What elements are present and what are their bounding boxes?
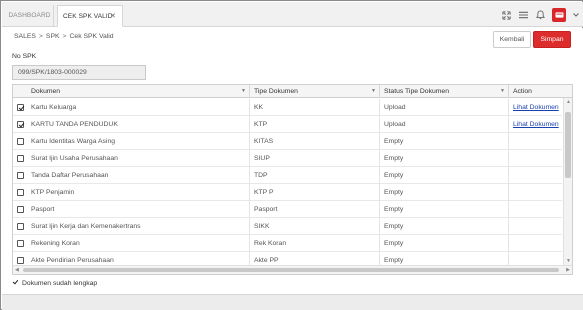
breadcrumb-item-sales[interactable]: SALES	[14, 33, 36, 40]
cell-dokumen: Pasport	[13, 201, 250, 218]
cell-status: Upload	[380, 116, 509, 133]
column-menu-icon[interactable]: ▼	[500, 85, 505, 98]
scrollbar-thumb[interactable]	[23, 268, 559, 272]
scrollbar-thumb[interactable]	[565, 112, 571, 178]
checkmark-icon	[12, 279, 19, 286]
table-row[interactable]: KARTU TANDA PENDUDUK KTP Upload Lihat Dokum…	[13, 116, 562, 133]
tab-cek-spk-valid[interactable]: CEK SPK VALID ✕	[57, 5, 123, 27]
scroll-up-icon[interactable]: ▲	[566, 99, 571, 105]
column-menu-icon[interactable]: ▼	[241, 85, 246, 98]
cell-action	[509, 235, 562, 252]
breadcrumb: SALES > SPK > Cek SPK Valid	[14, 33, 114, 40]
cell-tipe-dokumen: Pasport	[250, 201, 380, 218]
cell-tipe-dokumen: TDP	[250, 167, 380, 184]
cell-action	[509, 133, 562, 150]
app-window: DASHBOARD CEK SPK VALID ✕ SALES > SPK > …	[0, 0, 583, 310]
toolbar-icons	[501, 7, 579, 23]
cell-dokumen: KARTU TANDA PENDUDUK	[13, 116, 250, 133]
scroll-left-icon[interactable]: ◀	[15, 267, 19, 273]
cell-tipe-dokumen: SIKK	[250, 218, 380, 235]
column-header-action: Action	[509, 85, 572, 98]
table-row[interactable]: Pasport Pasport Empty	[13, 201, 562, 218]
breadcrumb-separator: >	[62, 33, 67, 40]
cell-tipe-dokumen: SIUP	[250, 150, 380, 167]
scroll-right-icon[interactable]: ▶	[566, 267, 570, 273]
breadcrumb-item-spk[interactable]: SPK	[46, 33, 60, 40]
grid-header: Dokumen ▼ Tipe Dokumen ▼ Status Tipe Dok…	[13, 85, 572, 98]
table-row[interactable]: Kartu Identitas Warga Asing KITAS Empty	[13, 133, 562, 150]
cell-dokumen: KTP Penjamin	[13, 184, 250, 201]
cell-action	[509, 167, 562, 184]
column-header-label: Action	[513, 88, 532, 95]
cell-tipe-dokumen: KTP P	[250, 184, 380, 201]
column-menu-icon[interactable]: ▼	[371, 85, 376, 98]
cell-status: Upload	[380, 99, 509, 116]
cell-dokumen: Tanda Daftar Perusahaan	[13, 167, 250, 184]
table-row[interactable]: Surat Ijin Kerja dan Kemenakertrans SIKK E…	[13, 218, 562, 235]
column-header-label: Status Tipe Dokumen	[384, 88, 449, 95]
breadcrumb-separator: >	[38, 33, 43, 40]
cell-tipe-dokumen: KITAS	[250, 133, 380, 150]
hamburger-menu-icon[interactable]	[518, 10, 528, 20]
cell-action	[509, 218, 562, 235]
table-row[interactable]: Rekening Koran Rek Koran Empty	[13, 235, 562, 252]
bell-icon[interactable]	[535, 10, 545, 20]
cell-tipe-dokumen: KTP	[250, 116, 380, 133]
column-header-label: Dokumen	[31, 88, 61, 95]
cell-status: Empty	[380, 150, 509, 167]
main-content: SALES > SPK > Cek SPK Valid Kembali Simpan N…	[2, 28, 583, 294]
cell-dokumen: Surat Ijin Kerja dan Kemenakertrans	[13, 218, 250, 235]
cell-status: Empty	[380, 184, 509, 201]
cell-dokumen: Surat Ijin Usaha Perusahaan	[13, 150, 250, 167]
cell-action	[509, 184, 562, 201]
tab-dashboard[interactable]: DASHBOARD	[6, 5, 54, 27]
back-button[interactable]: Kembali	[493, 31, 531, 48]
no-spk-field[interactable]: 099/SPK/1803-000029	[12, 65, 146, 80]
close-icon[interactable]: ✕	[110, 6, 116, 28]
cell-status: Empty	[380, 218, 509, 235]
cell-status: Empty	[380, 133, 509, 150]
view-document-link[interactable]: Lihat Dokumen	[509, 99, 562, 116]
column-header-status[interactable]: Status Tipe Dokumen ▼	[380, 85, 509, 98]
scroll-down-icon[interactable]: ▼	[566, 258, 571, 264]
table-row[interactable]: KTP Penjamin KTP P Empty	[13, 184, 562, 201]
complete-checkbox[interactable]: Dokumen sudah lengkap	[12, 279, 97, 287]
no-spk-label: No SPK	[12, 53, 37, 60]
cell-action	[509, 150, 562, 167]
complete-label: Dokumen sudah lengkap	[22, 280, 98, 287]
view-document-link[interactable]: Lihat Dokumen	[509, 116, 562, 133]
cell-status: Empty	[380, 235, 509, 252]
cell-dokumen: Rekening Koran	[13, 235, 250, 252]
document-grid: Dokumen ▼ Tipe Dokumen ▼ Status Tipe Dok…	[12, 84, 573, 275]
table-row[interactable]: Kartu Keluarga KK Upload Lihat Dokumen	[13, 99, 562, 116]
bottom-bar	[2, 294, 583, 310]
cell-dokumen: Kartu Keluarga	[13, 99, 250, 116]
save-button[interactable]: Simpan	[533, 31, 571, 48]
table-row[interactable]: Tanda Daftar Perusahaan TDP Empty	[13, 167, 562, 184]
column-header-dokumen[interactable]: Dokumen ▼	[13, 85, 250, 98]
row-checkbox[interactable]	[17, 274, 24, 275]
tab-bar: DASHBOARD CEK SPK VALID ✕	[2, 2, 583, 27]
user-avatar-icon[interactable]	[552, 8, 566, 22]
cell-dokumen: Kartu Identitas Warga Asing	[13, 133, 250, 150]
horizontal-scrollbar[interactable]: ◀ ▶	[13, 265, 572, 274]
tab-label: CEK SPK VALID	[63, 13, 113, 20]
cell-status: Empty	[380, 167, 509, 184]
column-header-label: Tipe Dokumen	[254, 88, 298, 95]
breadcrumb-item-current: Cek SPK Valid	[69, 33, 114, 40]
cell-tipe-dokumen: KK	[250, 99, 380, 116]
vertical-scrollbar[interactable]: ▲ ▼	[563, 98, 572, 265]
cell-action	[509, 201, 562, 218]
table-row[interactable]: Surat Ijin Usaha Perusahaan SIUP Empty	[13, 150, 562, 167]
expand-icon[interactable]	[501, 10, 511, 20]
cell-status: Empty	[380, 201, 509, 218]
column-header-tipe[interactable]: Tipe Dokumen ▼	[250, 85, 380, 98]
cell-tipe-dokumen: Rek Koran	[250, 235, 380, 252]
chevron-down-icon[interactable]	[573, 12, 579, 19]
